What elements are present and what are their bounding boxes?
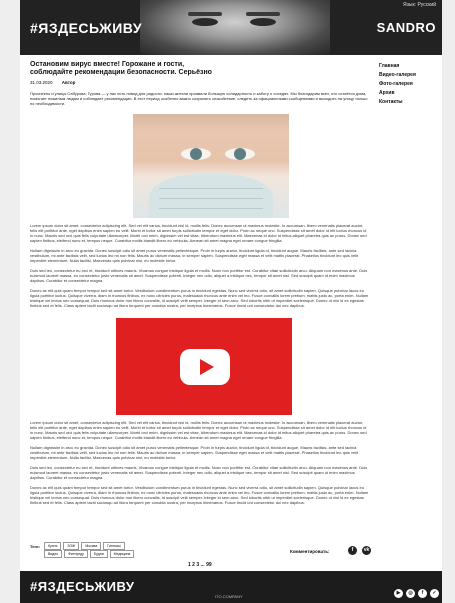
tag-row: Кухня ЗОЖ Москва Гипнозы bbox=[44, 542, 125, 550]
pagination[interactable]: 1 2 3 ... 99 bbox=[188, 562, 212, 568]
tag[interactable]: Кухня bbox=[44, 542, 62, 550]
sidebar-nav: Главная Видео-галерея Фото-галерея Архив… bbox=[379, 62, 416, 107]
page: #ЯЗДЕСЬЖИВУ Язык: Русский SANDRO Останов… bbox=[20, 0, 442, 603]
sidebar-item-home[interactable]: Главная bbox=[379, 62, 416, 71]
tag[interactable]: Гипнозы bbox=[103, 542, 125, 550]
article-title: Остановим вирус вместе! Горожане и гости… bbox=[30, 61, 212, 76]
language-switch[interactable]: Язык: Русский bbox=[403, 2, 436, 8]
share-label: Комментировать: bbox=[290, 549, 330, 554]
tag[interactable]: Фитнунду bbox=[64, 550, 88, 558]
paragraph: Donec ac elit quis quam tempor tempor se… bbox=[30, 485, 369, 505]
sidebar-item-photo-gallery[interactable]: Фото-галерея bbox=[379, 80, 416, 89]
article-lead: Проспекты и улицы Сабурова, Гурова — у н… bbox=[30, 91, 368, 106]
site-header: #ЯЗДЕСЬЖИВУ Язык: Русский SANDRO bbox=[20, 0, 442, 55]
paragraph: Nullam dignissim in arcu eu gravida. Don… bbox=[30, 248, 359, 263]
sidebar-item-video-gallery[interactable]: Видео-галерея bbox=[379, 71, 416, 80]
tag[interactable]: Видео bbox=[44, 550, 63, 558]
video-player[interactable] bbox=[116, 318, 292, 415]
youtube-icon[interactable]: ▶ bbox=[394, 589, 403, 598]
facebook-icon[interactable]: f bbox=[418, 589, 427, 598]
tag-row: Видео Фитнунду Будни Медицина bbox=[44, 550, 135, 558]
facebook-icon[interactable]: f bbox=[348, 546, 357, 555]
footer-credit[interactable]: ITO.COMPANY bbox=[215, 594, 243, 599]
footer-logo[interactable]: #ЯЗДЕСЬЖИВУ bbox=[30, 579, 134, 594]
paragraph: Donec ac elit quis quam tempor tempor se… bbox=[30, 288, 369, 308]
paragraph: Lorem ipsum dolor sit amet, consectetur … bbox=[30, 223, 367, 243]
vk-icon[interactable]: ✓ bbox=[430, 589, 439, 598]
tag[interactable]: Москва bbox=[81, 542, 102, 550]
article-date: 31.03.2020 bbox=[30, 80, 53, 85]
article-meta: 31.03.2020 Автор bbox=[30, 80, 370, 85]
paragraph: Nullam dignissim in arcu eu gravida. Don… bbox=[30, 445, 359, 460]
author-name[interactable]: SANDRO bbox=[377, 20, 436, 35]
tag[interactable]: ЗОЖ bbox=[63, 542, 80, 550]
tag[interactable]: Медицина bbox=[109, 550, 135, 558]
article: Остановим вирус вместе! Горожане и гости… bbox=[30, 61, 370, 505]
site-footer: #ЯЗДЕСЬЖИВУ ITO.COMPANY ▶ ◎ f ✓ bbox=[20, 571, 442, 603]
vk-icon[interactable]: vk bbox=[362, 546, 371, 555]
masked-woman-photo bbox=[133, 114, 289, 218]
play-icon bbox=[200, 359, 214, 375]
article-author[interactable]: Автор bbox=[62, 80, 76, 85]
sidebar-item-archive[interactable]: Архив bbox=[379, 89, 416, 98]
instagram-icon[interactable]: ◎ bbox=[406, 589, 415, 598]
header-portrait-photo bbox=[140, 0, 330, 55]
paragraph: Duis sed leo, consectetur eu orci et, ti… bbox=[30, 465, 368, 480]
site-logo[interactable]: #ЯЗДЕСЬЖИВУ bbox=[30, 20, 142, 36]
tag[interactable]: Будни bbox=[89, 550, 108, 558]
paragraph: Duis sed leo, consectetur eu orci et, ti… bbox=[30, 268, 368, 283]
paragraph: Lorem ipsum dolor sit amet, consectetur … bbox=[30, 420, 367, 440]
tags-label: Теги: bbox=[30, 544, 40, 549]
sidebar-item-contacts[interactable]: Контакты bbox=[379, 98, 416, 107]
